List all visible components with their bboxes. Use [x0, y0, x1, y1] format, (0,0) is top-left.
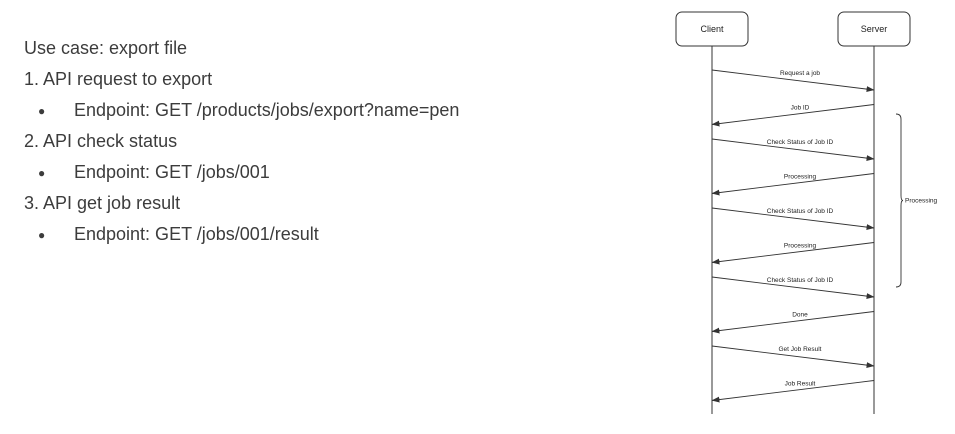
message-2: Job ID [711, 104, 875, 127]
group-brace [895, 113, 904, 288]
message-9: Get Job Result [711, 345, 875, 369]
message-label: Get Job Result [779, 346, 822, 353]
processing-group: Processing [895, 113, 938, 288]
message-10: Job Result [711, 380, 875, 403]
message-label: Job Result [785, 381, 816, 388]
client-actor: Client [675, 11, 749, 414]
server-actor: Server [837, 11, 911, 414]
message-label: Check Status of Job ID [767, 208, 834, 215]
message-label: Processing [784, 174, 817, 181]
message-7: Check Status of Job ID [711, 276, 875, 300]
message-3: Check Status of Job ID [711, 138, 875, 162]
message-label: Check Status of Job ID [767, 277, 834, 284]
message-label: Request a job [780, 70, 820, 77]
message-4: Processing [711, 173, 875, 196]
server-actor-label: Server [861, 24, 888, 34]
message-5: Check Status of Job ID [711, 207, 875, 231]
message-label: Processing [784, 243, 817, 250]
message-label: Done [792, 312, 808, 319]
sequence-diagram: Client Server Request a job Job ID Check St… [675, 11, 938, 414]
message-label: Check Status of Job ID [767, 139, 834, 146]
message-label: Job ID [791, 105, 810, 112]
message-8: Done [711, 311, 875, 334]
group-label: Processing [905, 198, 938, 205]
message-1: Request a job [711, 69, 875, 93]
message-6: Processing [711, 242, 875, 265]
client-actor-label: Client [700, 24, 724, 34]
